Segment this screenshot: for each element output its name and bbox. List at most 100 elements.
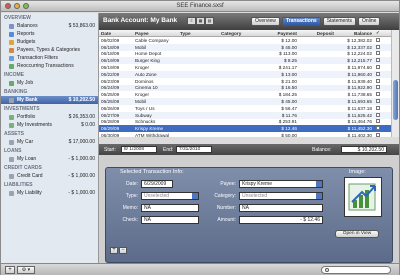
cleared-checkbox[interactable] <box>376 133 380 137</box>
table-row[interactable]: 06/26/09 Toys r Us $ 56.47 $ 11,637.18 <box>99 105 399 112</box>
date-field[interactable]: 6/29/2009 <box>141 180 173 188</box>
table-row[interactable]: 06/02/09 Cable Company $ 12.00 $ 12,382.02 <box>99 37 399 44</box>
remove-transaction-button[interactable]: − <box>119 247 127 254</box>
column-header[interactable]: Balance <box>336 31 374 36</box>
view-mode-segment: ≡ ▦ ▤ <box>187 17 214 25</box>
table-cell: 06/30/09 <box>101 133 120 137</box>
scroll-thumb[interactable] <box>393 80 398 120</box>
sidebar-item-label: Budgets <box>17 39 36 45</box>
sidebar-item[interactable]: Portfolio $ 26,353.00 <box>1 113 98 121</box>
column-header[interactable]: Type <box>178 31 219 36</box>
receipt-image[interactable] <box>344 177 382 217</box>
table-row[interactable]: 06/25/09 Kroger $ 184.25 $ 11,738.65 <box>99 91 399 98</box>
table-row[interactable]: 06/19/09 Kroger $ 241.17 $ 11,974.60 <box>99 64 399 71</box>
table-row[interactable]: 06/28/09 Schnucks $ 253.91 $ 11,464.76 <box>99 119 399 126</box>
sidebar-section-header: INVESTMENTS <box>4 106 40 112</box>
sidebar-item[interactable]: Transaction Filters <box>1 54 98 62</box>
sidebar-item[interactable]: Budgets <box>1 38 98 46</box>
check-field[interactable]: NA <box>141 216 199 224</box>
cleared-checkbox[interactable] <box>376 65 380 70</box>
sidebar-item[interactable]: My Car $ 17,000.00 <box>1 138 98 146</box>
table-row[interactable]: 06/18/09 Mobil $ 45.00 $ 12,337.02 <box>99 43 399 51</box>
sidebar-item-label: My Loan <box>17 156 37 162</box>
table-cell: $ 241.17 <box>278 65 297 71</box>
table-cell: $ 12.00 <box>281 37 297 43</box>
cleared-checkbox[interactable] <box>376 112 380 117</box>
tab-online[interactable]: Online <box>358 17 381 26</box>
table-row[interactable]: 06/19/09 Burger King $ 8.25 $ 12,215.77 <box>99 57 399 65</box>
type-popup-icon[interactable] <box>192 193 198 199</box>
table-row[interactable]: 06/24/09 Cinema 10 $ 16.50 $ 11,922.90 <box>99 84 399 92</box>
table-scrollbar[interactable] <box>391 30 399 137</box>
add-transaction-button[interactable]: + <box>110 247 118 254</box>
cleared-checkbox[interactable] <box>376 78 380 83</box>
sidebar-item[interactable]: My Loan - $ 1,000.00 <box>1 155 98 163</box>
column-header[interactable]: ✓ <box>374 30 390 36</box>
payee-popup-icon[interactable] <box>316 181 322 187</box>
sidebar-item[interactable]: My Job <box>1 79 98 87</box>
table-cell: Kroger <box>135 92 150 98</box>
cleared-checkbox[interactable] <box>376 119 380 124</box>
tab-statements[interactable]: Statements <box>322 17 356 26</box>
cleared-checkbox[interactable] <box>376 37 380 42</box>
sidebar-item[interactable]: Reoccurring Transactions <box>1 62 98 70</box>
column-header[interactable]: Payment <box>259 31 299 36</box>
cleared-checkbox[interactable] <box>376 126 380 131</box>
category-select[interactable]: Unselected <box>239 192 323 200</box>
cleared-checkbox[interactable] <box>376 92 380 97</box>
sidebar-item[interactable]: My Liability - $ 1,000.00 <box>1 189 98 197</box>
sidebar-item[interactable]: My Investments $ 0.00 <box>1 121 98 129</box>
column-header[interactable]: Category <box>219 31 259 36</box>
open-in-view-button[interactable]: Open in View <box>335 230 379 238</box>
sidebar-item[interactable]: Credit Card - $ 1,000.00 <box>1 172 98 180</box>
type-select[interactable]: Unselected <box>141 192 199 200</box>
cleared-checkbox[interactable] <box>376 71 380 76</box>
table-row[interactable]: 06/29/09 Krispy Kreme $ 12.46 $ 11,452.30 <box>99 125 399 133</box>
table-cell: $ 50.00 <box>281 133 297 137</box>
payee-label: Payee: <box>220 181 236 187</box>
table-row[interactable]: 06/30/09 ATM Withdrawal $ 50.00 $ 11,402.30 <box>99 132 399 137</box>
table-row[interactable]: 06/23/09 Dominos $ 21.00 $ 11,939.40 <box>99 78 399 85</box>
table-row[interactable]: 06/22/09 Auto Zone $ 13.00 $ 11,960.40 <box>99 70 399 78</box>
list-view-icon[interactable]: ≡ <box>187 17 196 25</box>
category-popup-icon[interactable] <box>316 193 322 199</box>
cleared-checkbox[interactable] <box>376 105 380 110</box>
grid-view-icon[interactable]: ▦ <box>196 17 205 25</box>
table-row[interactable]: 06/18/09 Home Depot $ 113.00 $ 12,224.02 <box>99 51 399 58</box>
column-header[interactable]: Payee <box>133 31 178 36</box>
amount-field[interactable]: - $ 12.46 <box>239 216 323 224</box>
action-menu-button[interactable]: ⚙ ▾ <box>17 266 35 274</box>
payee-select[interactable]: Krispy Kreme <box>239 180 323 188</box>
column-header[interactable]: Deposit <box>299 31 336 36</box>
check-label: Check: <box>122 217 138 223</box>
end-date-field[interactable]: 7/31/2010 <box>176 146 212 153</box>
cleared-checkbox[interactable] <box>376 51 380 56</box>
sidebar-item[interactable]: Payees, Types & Categories <box>1 46 98 54</box>
table-cell: $ 11,693.65 <box>347 99 372 105</box>
cleared-cell <box>374 85 390 90</box>
column-header[interactable]: Date <box>99 31 133 36</box>
table-row[interactable]: 06/25/09 Mobil $ 45.00 $ 11,693.65 <box>99 98 399 105</box>
start-date-field[interactable]: 8/ 1/2008 <box>121 146 157 153</box>
search-icon <box>325 268 329 272</box>
table-cell: $ 11,960.40 <box>347 71 372 77</box>
table-cell: $ 253.91 <box>278 119 297 125</box>
tab-overview[interactable]: Overview <box>251 17 280 26</box>
table-cell: Auto Zone <box>135 71 157 77</box>
number-field[interactable]: NA <box>239 204 323 212</box>
cleared-cell <box>374 65 390 70</box>
table-row[interactable]: 06/27/09 Subway $ 11.76 $ 11,625.42 <box>99 111 399 119</box>
chart-view-icon[interactable]: ▤ <box>205 17 214 25</box>
memo-field[interactable]: NA <box>141 204 199 212</box>
search-input[interactable] <box>321 266 391 274</box>
cleared-checkbox[interactable] <box>376 85 380 90</box>
tab-transactions[interactable]: Transactions <box>281 17 321 26</box>
sidebar-item[interactable]: Reports <box>1 30 98 38</box>
add-account-button[interactable]: + <box>5 266 15 274</box>
cleared-checkbox[interactable] <box>376 44 380 49</box>
sidebar-item-amount: - $ 1,000.00 <box>68 156 95 162</box>
cleared-checkbox[interactable] <box>376 99 380 104</box>
sidebar-item[interactable]: My Bank $ 10,202.50 <box>1 96 98 104</box>
cleared-checkbox[interactable] <box>376 58 380 63</box>
sidebar-item[interactable]: Balances $ 53,863.00 <box>1 22 98 30</box>
